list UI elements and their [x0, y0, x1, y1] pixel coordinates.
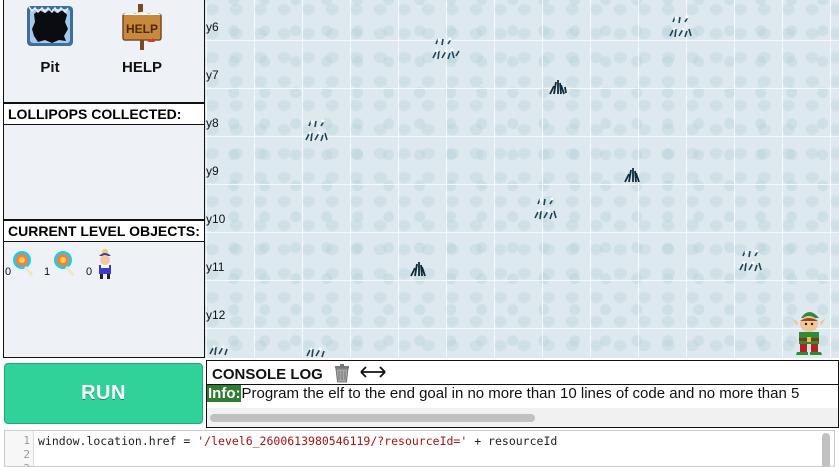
- console-message: Program the elf to the end goal in no mo…: [241, 385, 800, 402]
- code-prefix: window.location.href =: [38, 434, 198, 448]
- row-label: y11: [206, 260, 225, 274]
- row-label: y12: [206, 308, 226, 322]
- legend-panel: Pit HELP HELP: [3, 0, 205, 103]
- row-label: y7: [206, 68, 219, 82]
- left-panel: Pit HELP HELP LOLLIPOPS COLLECTED: CURRE…: [0, 0, 205, 358]
- help-sign-text: HELP: [126, 22, 158, 36]
- level-object-count: 1: [44, 266, 51, 278]
- code-editor[interactable]: 1 2 3 window.location.href = '/level6_26…: [4, 430, 835, 467]
- pit-icon: [27, 6, 73, 46]
- legend-pit: Pit: [10, 0, 90, 76]
- snowy-grass-icon: [669, 15, 692, 38]
- level-object-count: 0: [86, 266, 93, 278]
- row-label: y8: [206, 116, 219, 130]
- snowy-grass-icon: [305, 119, 328, 142]
- snowy-grass-icon: [534, 197, 557, 220]
- editor-scrollbar[interactable]: [820, 431, 832, 466]
- line-number: 2: [23, 448, 30, 461]
- legend-help: HELP HELP: [102, 0, 182, 76]
- editor-scrollbar-thumb[interactable]: [822, 433, 830, 466]
- row-label: y9: [206, 164, 219, 178]
- code-string: '/level6_2600613980546119/?resourceId=': [197, 434, 468, 448]
- current-level-objects-panel: CURRENT LEVEL OBJECTS: 0 1 0: [3, 220, 205, 358]
- level-object-lollipop: [9, 248, 39, 283]
- info-tag: Info:: [207, 385, 242, 402]
- run-button[interactable]: RUN: [4, 363, 203, 424]
- console-title: CONSOLE LOG: [212, 366, 323, 383]
- console-message-line: Info:Program the elf to the end goal in …: [207, 385, 799, 405]
- lollipop-icon: [13, 251, 34, 277]
- console-scrollbar[interactable]: [207, 408, 838, 427]
- dark-grass-icon: [549, 80, 567, 95]
- game-grid: y6 y7 y8 y9 y10 y11 y12: [205, 0, 839, 358]
- munchkin-icon: [99, 249, 111, 279]
- snowy-grass-icon: [739, 249, 762, 272]
- lollipop-icon: [54, 251, 75, 277]
- lollipops-collected-header: LOLLIPOPS COLLECTED:: [4, 104, 204, 125]
- legend-pit-label: Pit: [40, 59, 60, 76]
- elf-character: [792, 312, 826, 355]
- current-level-objects-header: CURRENT LEVEL OBJECTS:: [4, 221, 204, 242]
- snowy-grass-icon: [432, 37, 460, 60]
- row-label: y10: [206, 212, 226, 226]
- code-line[interactable]: window.location.href = '/level6_26006139…: [38, 434, 557, 448]
- console-header: CONSOLE LOG: [207, 361, 838, 385]
- snowy-grass-icon: [306, 347, 325, 358]
- dark-grass-icon: [410, 262, 426, 277]
- legend-help-label: HELP: [121, 59, 162, 76]
- level-object-lollipop: [50, 248, 80, 283]
- help-sign-icon: HELP: [122, 4, 162, 50]
- level-object-count: 0: [5, 266, 12, 278]
- row-label: y6: [206, 20, 219, 34]
- lollipops-collected-panel: LOLLIPOPS COLLECTED:: [3, 103, 205, 220]
- dark-grass-icon: [624, 168, 640, 183]
- console-scrollbar-thumb[interactable]: [210, 414, 535, 422]
- snowy-grass-icon: [209, 345, 228, 356]
- line-number: 3: [23, 462, 30, 466]
- console-log-panel: CONSOLE LOG Info:Program the elf to the …: [206, 360, 839, 428]
- line-number-gutter: 1 2 3: [5, 431, 34, 466]
- line-number: 1: [23, 434, 30, 447]
- resize-horizontal-icon[interactable]: [358, 365, 388, 379]
- level-object-munchkin: [92, 248, 118, 285]
- code-suffix: + resourceId: [467, 434, 558, 448]
- trash-icon[interactable]: [332, 363, 352, 383]
